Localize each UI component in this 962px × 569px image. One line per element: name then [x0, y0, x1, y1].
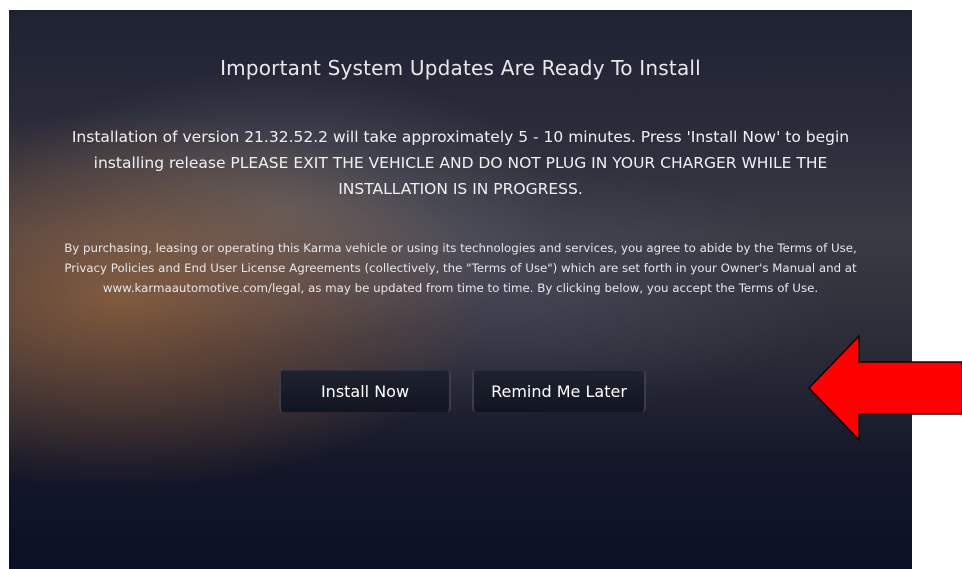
arrow-left-icon — [807, 334, 962, 442]
dialog-title: Important System Updates Are Ready To In… — [220, 56, 701, 80]
dialog-message: Installation of version 21.32.52.2 will … — [71, 128, 850, 198]
screenshot-frame: Important System Updates Are Ready To In… — [0, 0, 962, 569]
remind-me-later-button[interactable]: Remind Me Later — [472, 370, 646, 412]
install-now-button[interactable]: Install Now — [279, 370, 451, 412]
update-dialog-screen: Important System Updates Are Ready To In… — [9, 10, 912, 569]
terms-of-use-text: By purchasing, leasing or operating this… — [64, 241, 857, 295]
annotation-arrow-shape — [807, 334, 962, 442]
